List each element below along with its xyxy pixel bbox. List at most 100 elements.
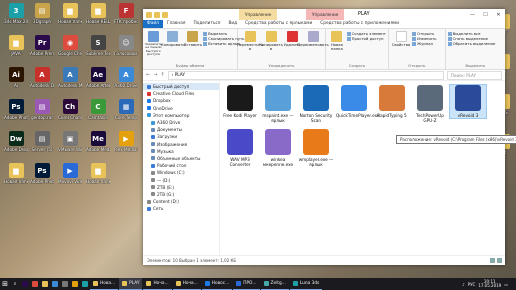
copy-to-button[interactable]: Копировать в	[259, 31, 283, 52]
desktop-icon[interactable]: PrAdobe Premiere P...	[30, 35, 54, 56]
desktop-icon[interactable]: Ai Ai	[4, 67, 28, 88]
context-tab-shortcut-tools[interactable]: Управление	[239, 9, 278, 20]
easy-access-button[interactable]: Простой доступ	[346, 36, 386, 41]
invert-selection-button[interactable]: Обратить выделение	[447, 41, 503, 46]
desktop-icon[interactable]: ▣VMware Workstati...	[58, 131, 82, 152]
taskbar-window-button[interactable]: Новос...	[201, 278, 233, 290]
move-to-button[interactable]: Переместить в	[237, 31, 263, 52]
forward-arrow-icon[interactable]: →	[153, 72, 157, 78]
properties-button[interactable]: Свойства	[391, 31, 411, 47]
desktop-icon[interactable]: ▆Новая папка (2)	[4, 163, 28, 184]
nav-item[interactable]: OneDrive	[143, 105, 219, 112]
nav-item[interactable]: Creative Cloud Files	[143, 90, 219, 97]
title-bar[interactable]: Управление Управление PLAY — ☐ ✕	[143, 9, 505, 20]
file-item[interactable]: wmplayer.exe — ярлык	[298, 129, 334, 167]
details-view-icon[interactable]	[490, 258, 495, 263]
desktop-icon[interactable]: ▶Plex Media Server	[114, 131, 138, 152]
desktop-icon[interactable]: MeAdobe Media Encoder...	[86, 131, 110, 152]
nav-item[interactable]: Загрузки	[143, 133, 219, 140]
desktop-icon[interactable]: C Camtasia	[86, 99, 110, 120]
notifications-icon[interactable]: ▭	[504, 282, 508, 287]
history-button[interactable]: Журнал	[412, 41, 436, 46]
nav-item[interactable]: Объемные объекты	[143, 155, 219, 162]
volume-icon[interactable]: ♪	[462, 282, 465, 287]
address-path[interactable]: › PLAY	[167, 70, 444, 80]
desktop-icon[interactable]: SSublime Text	[86, 35, 110, 56]
search-icon[interactable]: ⌕	[10, 278, 20, 290]
desktop-icon[interactable]: ▆ Новая КЕШ	[86, 3, 110, 24]
desktop-icon[interactable]: FFTK пробное	[114, 3, 138, 24]
up-arrow-icon[interactable]: ↑	[160, 72, 164, 78]
desktop-icon[interactable]: AeAdobe After Effects CC	[86, 67, 110, 88]
desktop-icon[interactable]: ChCorel Character Animator	[58, 99, 82, 120]
nav-item[interactable]: Windows (C:)	[143, 169, 219, 176]
nav-item[interactable]: 2TB (G:)	[143, 191, 219, 198]
maximize-icon[interactable]: ☐	[479, 9, 492, 20]
new-folder-button[interactable]: Новая папка	[328, 31, 346, 52]
desktop-icon[interactable]: DwAdobe Dreamwe...	[4, 131, 28, 152]
nav-item[interactable]: Content (D:)	[143, 198, 219, 205]
clock[interactable]: 20:11 17.05.2019	[478, 279, 501, 289]
ribbon-tab[interactable]: Главная	[163, 20, 190, 28]
taskbar-window-button[interactable]: Ноча...	[172, 278, 201, 290]
desktop-icon[interactable]: ▶Movavi Video Suite	[58, 163, 82, 184]
desktop-icon[interactable]: ▆ JAVA	[4, 35, 28, 56]
context-tab-app-tools[interactable]: Управление	[306, 9, 345, 20]
desktop-icon[interactable]: AAutodesk Design Rev...	[30, 67, 54, 88]
pin-quick-access-button[interactable]: Закрепить на панели быстрого доступа	[145, 31, 162, 57]
nav-item[interactable]: Dropbox	[143, 97, 219, 104]
taskbar-pinned-app-icon[interactable]	[60, 278, 70, 290]
taskbar-pinned-app-icon[interactable]	[70, 278, 80, 290]
ribbon-tab[interactable]: Средства работы с ярлыками	[241, 20, 316, 28]
taskbar-window-button[interactable]: Luna 3ds	[289, 278, 323, 290]
nav-item[interactable]: ZTB (E:)	[143, 184, 219, 191]
ribbon-tab[interactable]: Средства работы с приложениями	[316, 20, 403, 28]
file-item[interactable]: winkea мкерenne.exe	[260, 129, 296, 167]
desktop-icon[interactable]: ▤ 3Dgraph	[30, 3, 54, 24]
nav-item[interactable]: Быстрый доступ	[143, 83, 219, 91]
nav-item[interactable]: A360 Drive	[143, 119, 219, 126]
minimize-icon[interactable]: —	[466, 9, 479, 20]
nav-item[interactable]: Документы	[143, 126, 219, 133]
nav-item[interactable]: Рабочий стол	[143, 162, 219, 169]
back-arrow-icon[interactable]: ←	[146, 72, 150, 78]
taskbar-window-button[interactable]: Ноча...	[143, 278, 172, 290]
taskbar-pinned-app-icon[interactable]	[20, 278, 30, 290]
file-item[interactable]: Norton Security Scan	[298, 85, 334, 123]
desktop-icon[interactable]: PsAdobe Photosh...	[30, 163, 54, 184]
nav-item[interactable]: Этот компьютер	[143, 112, 219, 119]
language-indicator[interactable]: РУС	[468, 282, 476, 287]
desktop-icon[interactable]: 33ds Max 2016	[4, 3, 28, 24]
desktop-icon[interactable]: ▦ Core Temp	[114, 99, 138, 120]
paste-button[interactable]: Вставить	[184, 31, 202, 57]
desktop-icon[interactable]: ▤ Server (5)	[30, 131, 54, 152]
desktop-icon[interactable]: ▆Новая папка (3)	[86, 163, 110, 184]
ribbon-tab[interactable]: Поделиться	[189, 20, 224, 28]
close-icon[interactable]: ✕	[492, 9, 505, 20]
file-item[interactable]: QuickTimePlayer.exe	[336, 85, 380, 118]
file-item[interactable]: TechPowerUp GPU-Z	[412, 85, 448, 123]
save-icon[interactable]	[154, 11, 160, 18]
taskbar-window-button[interactable]: PLAY	[119, 278, 143, 290]
desktop-icon[interactable]: ◉Google Chrome	[58, 35, 82, 56]
rename-button[interactable]: Переименовать	[297, 31, 329, 52]
desktop-icon[interactable]: A A360 Drive	[114, 67, 138, 88]
nav-item[interactable]: — (D:)	[143, 176, 219, 183]
desktop-icon[interactable]: ▆Новая папка	[58, 3, 82, 24]
desktop-icon[interactable]: PsAdobe Photoshop CC	[4, 99, 28, 120]
taskbar-window-button[interactable]: Zeitg...	[260, 278, 289, 290]
taskbar-pinned-app-icon[interactable]	[40, 278, 50, 290]
ribbon-tab[interactable]: Вид	[224, 20, 241, 28]
taskbar-pinned-app-icon[interactable]	[50, 278, 60, 290]
explorer-window[interactable]: Управление Управление PLAY — ☐ ✕ Файл Гла…	[143, 9, 516, 265]
large-icons-view-icon[interactable]	[497, 258, 502, 263]
taskbar-pinned-app-icon[interactable]	[80, 278, 90, 290]
start-button[interactable]: ⊞	[0, 278, 10, 290]
undo-icon[interactable]	[162, 11, 168, 18]
desktop-icon[interactable]: ☺Голосовой Character	[114, 35, 138, 56]
taskbar-window-button[interactable]: ПРО...	[233, 278, 260, 290]
quick-access-toolbar[interactable]	[143, 11, 168, 18]
taskbar-window-button[interactable]: Нова...	[90, 278, 119, 290]
desktop-icon[interactable]: ▤ gentop.rar	[30, 99, 54, 120]
file-item[interactable]: vRevoid 3	[449, 84, 487, 119]
